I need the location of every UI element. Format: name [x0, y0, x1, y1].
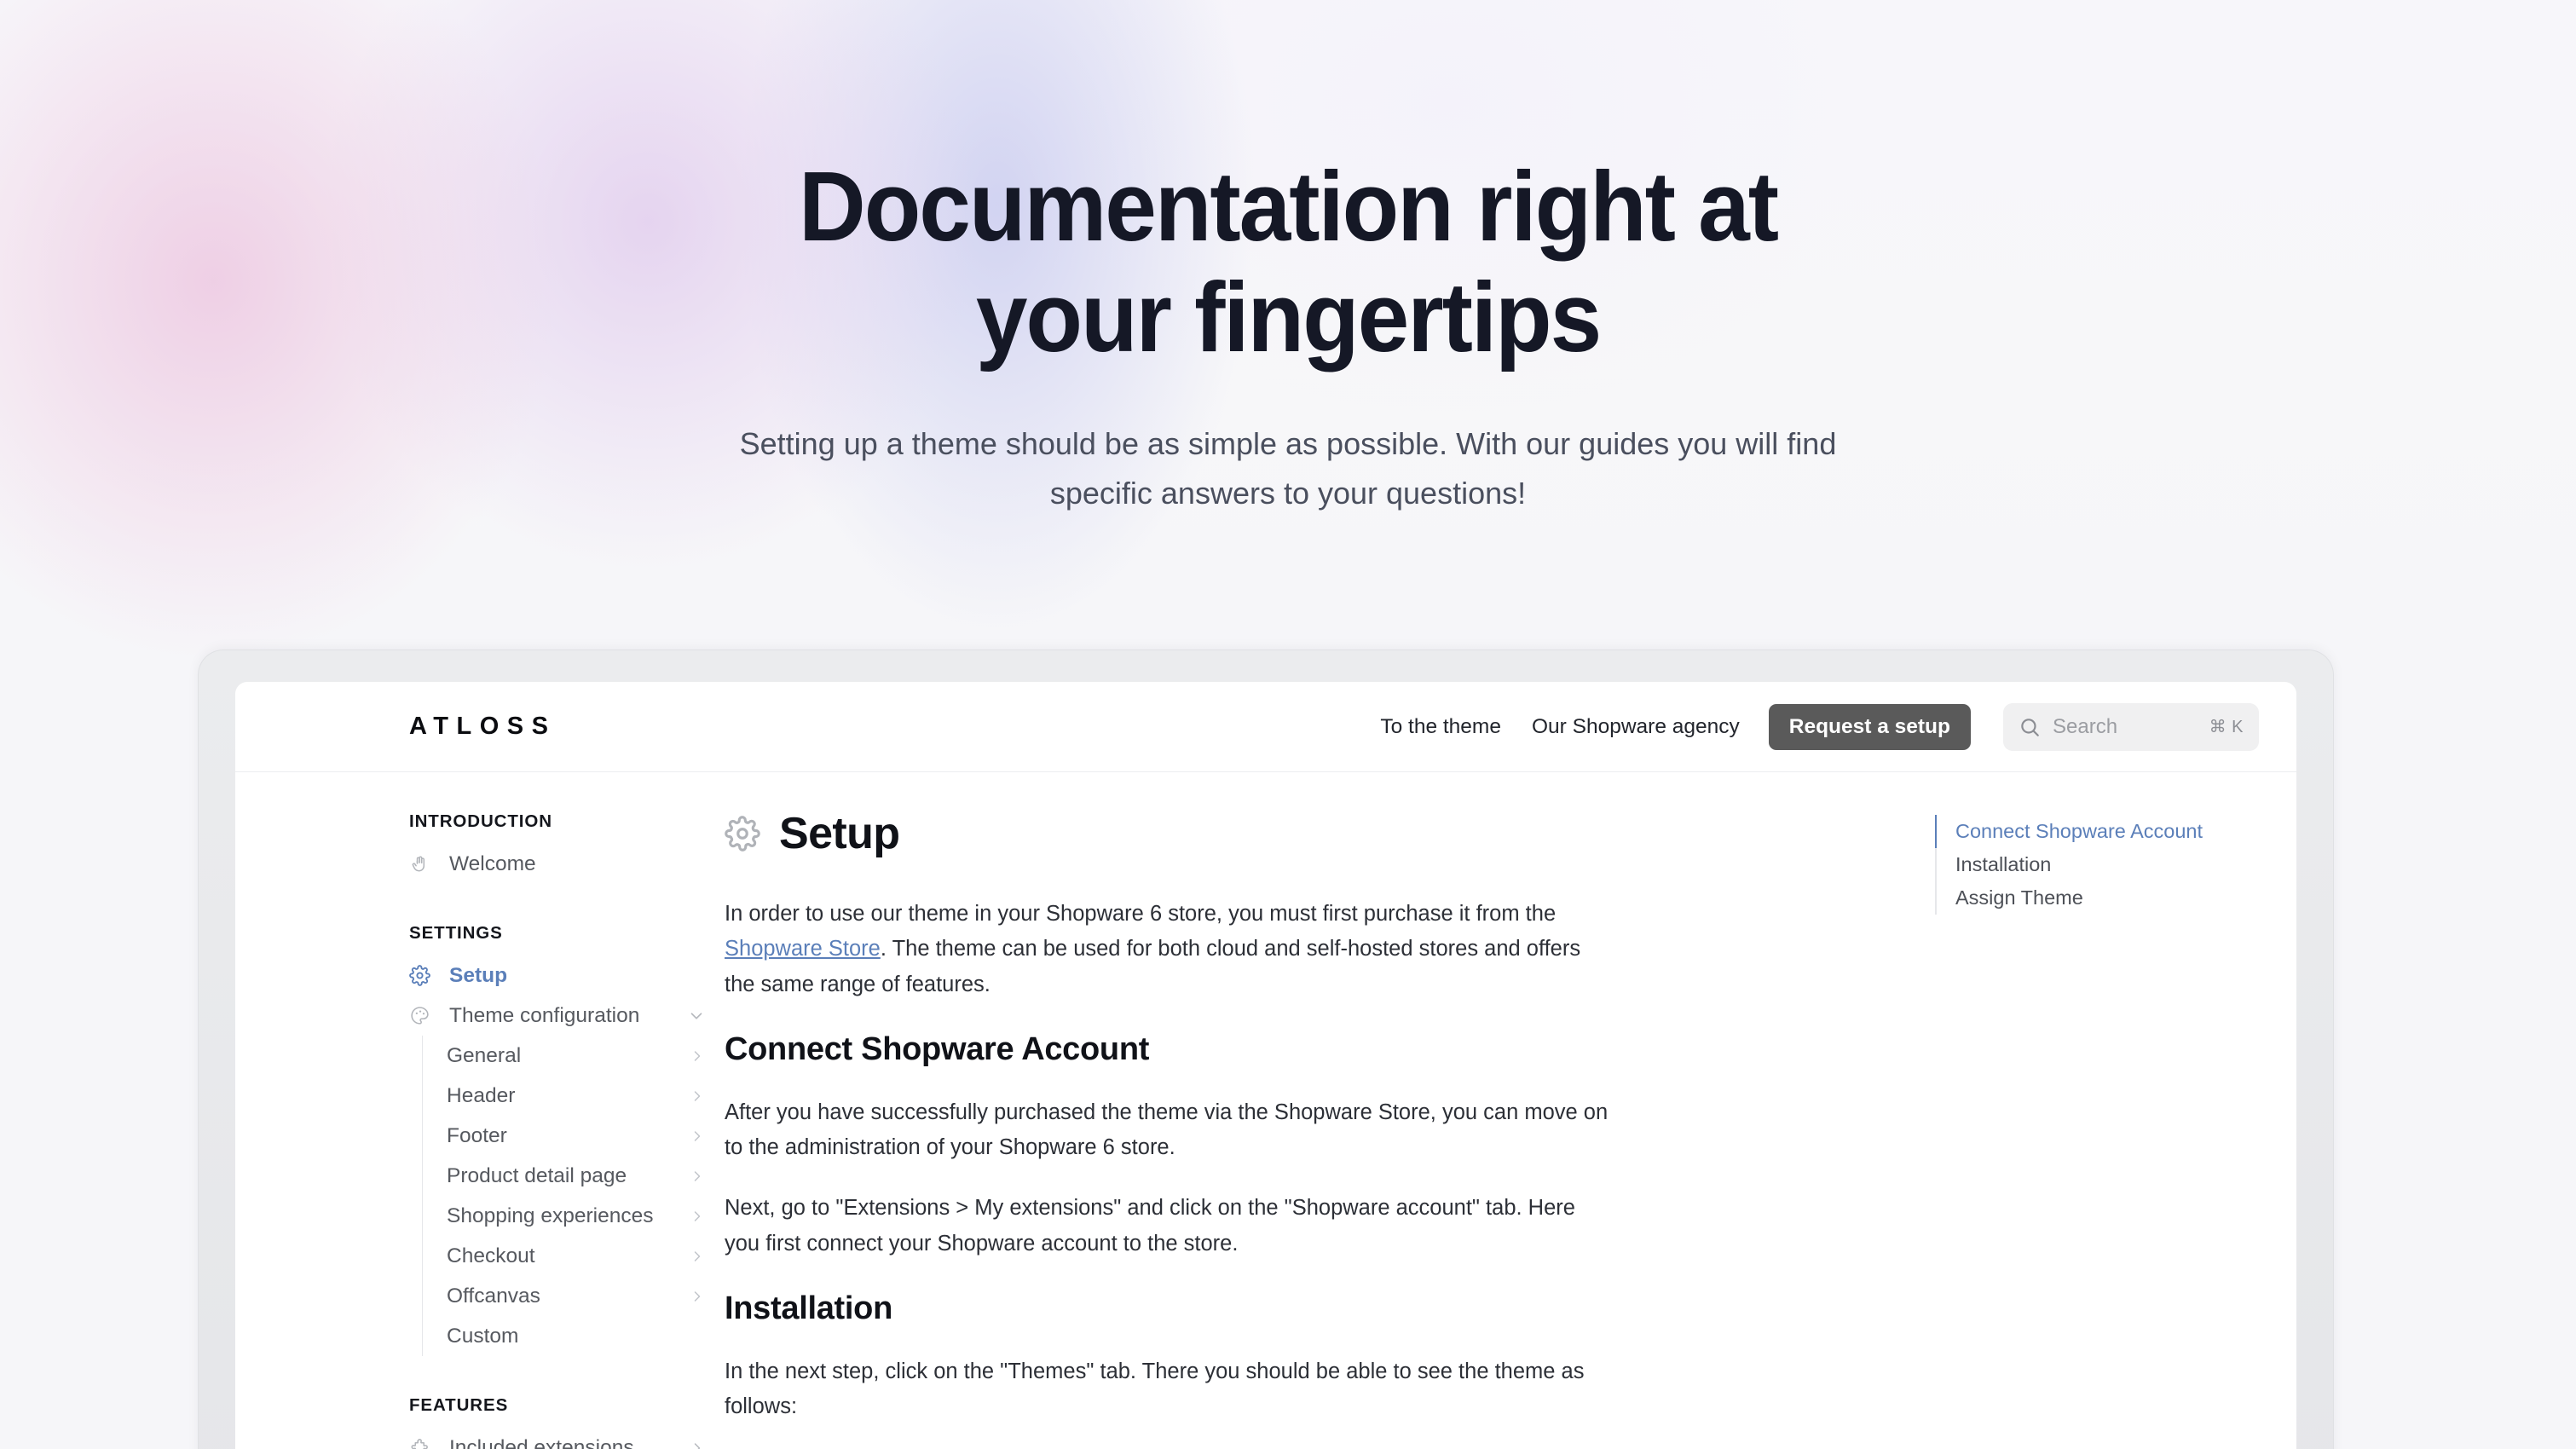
- sidebar-subitem-label: Footer: [447, 1123, 507, 1147]
- sidebar-subitem-label: General: [447, 1043, 522, 1067]
- hero-section: Documentation right at your fingertips S…: [0, 0, 2576, 518]
- sidebar-subitem-label: Custom: [447, 1324, 519, 1348]
- sidebar-group-introduction: INTRODUCTION Welcome: [409, 811, 725, 884]
- page-title: Setup: [779, 809, 900, 858]
- sidebar-subitem-label: Checkout: [447, 1244, 535, 1267]
- chevron-right-icon: [689, 1248, 706, 1265]
- section-heading-installation: Installation: [725, 1290, 892, 1327]
- section-2-paragraph-1: In the next step, click on the "Themes" …: [725, 1360, 1585, 1419]
- nav-link-to-the-theme[interactable]: To the theme: [1365, 715, 1516, 739]
- sidebar-subitem-custom[interactable]: Custom: [423, 1316, 725, 1356]
- sidebar-group-title: SETTINGS: [409, 923, 503, 943]
- app-screen: ATLOSS To the theme Our Shopware agency …: [235, 682, 2296, 1449]
- page-title-row: Setup: [725, 808, 1896, 859]
- toc-list: Connect Shopware Account Installation As…: [1935, 815, 2296, 915]
- toc-item-assign-theme[interactable]: Assign Theme: [1937, 881, 2296, 915]
- chevron-right-icon: [689, 1288, 706, 1305]
- sidebar-item-label: Theme configuration: [449, 1003, 640, 1027]
- sidebar-item-label: Included extensions: [449, 1435, 634, 1449]
- chevron-down-icon: [687, 1007, 706, 1025]
- shopware-store-link[interactable]: Shopware Store: [725, 937, 881, 961]
- sidebar-group-settings: SETTINGS Setup Theme configuration Gener…: [409, 923, 725, 1356]
- sidebar-subitem-checkout[interactable]: Checkout: [423, 1236, 725, 1276]
- sidebar-subitem-offcanvas[interactable]: Offcanvas: [423, 1276, 725, 1316]
- sidebar-subitem-general[interactable]: General: [423, 1036, 725, 1076]
- request-a-setup-button[interactable]: Request a setup: [1768, 703, 1971, 750]
- sidebar-group-title: FEATURES: [409, 1395, 509, 1415]
- app-header: ATLOSS To the theme Our Shopware agency …: [235, 682, 2296, 772]
- hero-title: Documentation right at your fingertips: [799, 151, 1779, 372]
- sidebar-item-setup[interactable]: Setup: [409, 955, 725, 996]
- sidebar-subitem-product-detail-page[interactable]: Product detail page: [423, 1156, 725, 1196]
- header-nav: To the theme Our Shopware agency Request…: [1365, 702, 2259, 751]
- sidebar-group-features: FEATURES Included extensions: [409, 1395, 725, 1449]
- gear-icon: [725, 816, 760, 852]
- brand-logo[interactable]: ATLOSS: [409, 713, 556, 741]
- section-heading-connect-shopware-account: Connect Shopware Account: [725, 1030, 1150, 1067]
- toc-item-installation[interactable]: Installation: [1937, 848, 2296, 881]
- main-content: Setup In order to use our theme in your …: [725, 772, 1896, 1449]
- sidebar-subitem-footer[interactable]: Footer: [423, 1116, 725, 1156]
- chevron-right-icon: [689, 1208, 706, 1225]
- sidebar-item-welcome[interactable]: Welcome: [409, 844, 725, 884]
- search-icon: [2019, 716, 2041, 738]
- intro-text-before: In order to use our theme in your Shopwa…: [725, 902, 1557, 926]
- app-body: INTRODUCTION Welcome SETTINGS Setup Them…: [235, 772, 2296, 1449]
- search-input[interactable]: Search ⌘ K: [2003, 702, 2259, 751]
- chevron-right-icon: [689, 1168, 706, 1185]
- sidebar-subitem-label: Header: [447, 1083, 516, 1107]
- nav-link-our-shopware-agency[interactable]: Our Shopware agency: [1516, 715, 1755, 739]
- sidebar: INTRODUCTION Welcome SETTINGS Setup Them…: [235, 772, 725, 1449]
- sidebar-item-theme-configuration[interactable]: Theme configuration: [409, 996, 725, 1036]
- sidebar-item-label: Welcome: [449, 852, 536, 875]
- sidebar-subitem-label: Product detail page: [447, 1163, 627, 1187]
- sidebar-subitem-label: Offcanvas: [447, 1284, 540, 1308]
- toc-item-connect-shopware-account[interactable]: Connect Shopware Account: [1935, 815, 2296, 848]
- chevron-right-icon: [689, 1088, 706, 1105]
- sidebar-subitem-shopping-experiences[interactable]: Shopping experiences: [423, 1196, 725, 1236]
- chevron-right-icon: [689, 1128, 706, 1145]
- table-of-contents: Connect Shopware Account Installation As…: [1896, 772, 2296, 1449]
- sidebar-subitem-header[interactable]: Header: [423, 1076, 725, 1116]
- chevron-right-icon: [689, 1048, 706, 1065]
- intro-paragraph: In order to use our theme in your Shopwa…: [725, 897, 1616, 1002]
- sidebar-item-label: Setup: [449, 963, 508, 987]
- chevron-right-icon: [689, 1440, 706, 1449]
- puzzle-icon: [409, 1437, 435, 1449]
- sidebar-submenu-theme-configuration: General Header Footer Product detail pag…: [422, 1036, 725, 1356]
- waving-hand-icon: [409, 854, 435, 875]
- sidebar-subitem-label: Shopping experiences: [447, 1204, 654, 1227]
- section-1-paragraph-1: After you have successfully purchased th…: [725, 1100, 1609, 1160]
- gear-icon: [409, 965, 435, 986]
- search-placeholder: Search: [2053, 714, 2118, 738]
- sidebar-item-included-extensions[interactable]: Included extensions: [409, 1428, 725, 1449]
- palette-icon: [409, 1005, 435, 1026]
- search-shortcut-hint: ⌘ K: [2209, 718, 2244, 736]
- hero-subtitle: Setting up a theme should be as simple a…: [739, 425, 1837, 511]
- sidebar-group-title: INTRODUCTION: [409, 811, 552, 831]
- section-1-paragraph-2: Next, go to "Extensions > My extensions"…: [725, 1196, 1575, 1256]
